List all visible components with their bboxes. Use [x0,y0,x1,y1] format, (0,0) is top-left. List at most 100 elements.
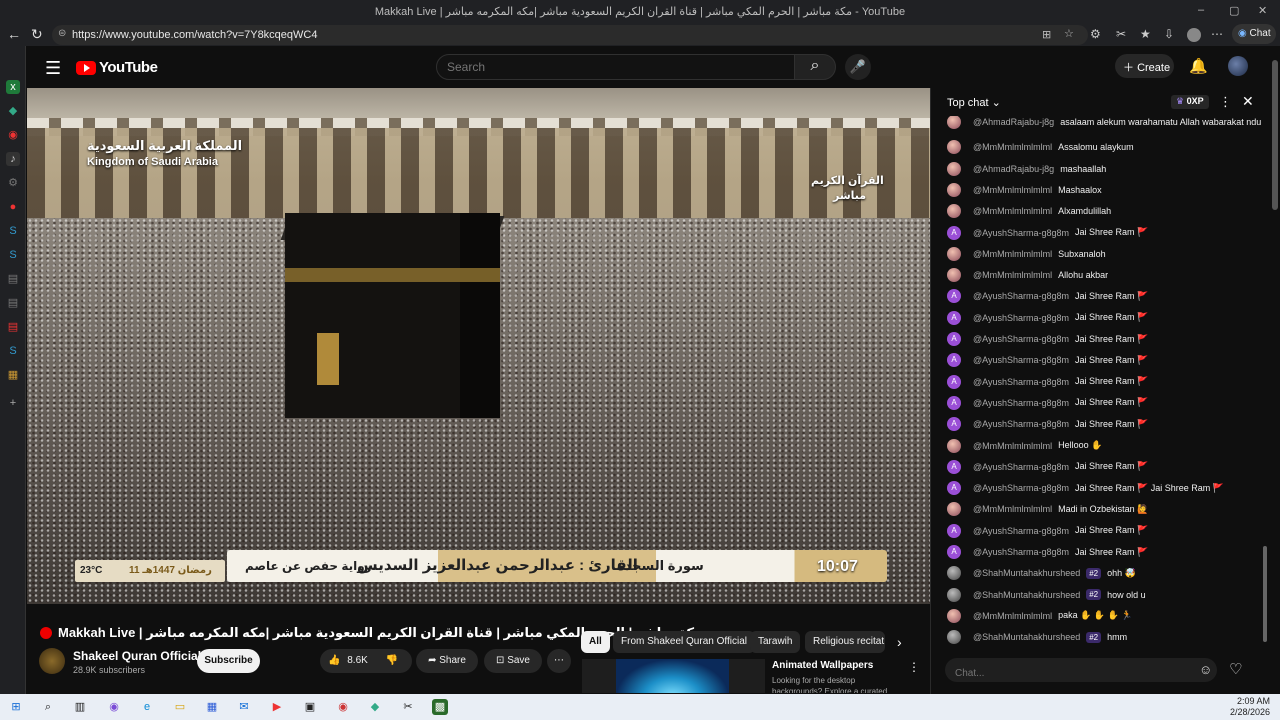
chevron-right-icon[interactable]: › [897,634,902,650]
chat-avatar[interactable] [947,608,961,623]
mail-icon[interactable]: ✉ [236,699,252,715]
downloads-icon[interactable]: ⇩ [1164,27,1174,41]
chat-author[interactable]: @ShahMuntahakhursheed [973,632,1080,642]
more-actions-button[interactable]: ⋯ [547,649,571,673]
chat-avatar[interactable]: A [947,545,961,559]
chat-message[interactable]: A @AyushSharma-g8g8m Jai Shree Ram 🚩 [947,310,1148,326]
search-input[interactable] [437,55,794,79]
chat-message[interactable]: A @AyushSharma-g8g8m Jai Shree Ram 🚩 [947,416,1148,432]
chat-author[interactable]: @AyushSharma-g8g8m [973,291,1069,301]
system-clock[interactable]: 2:09 AM 2/28/2026 [1230,696,1270,718]
chat-author[interactable]: @AyushSharma-g8g8m [973,547,1069,557]
dislike-button[interactable]: 👎 [380,649,404,673]
chat-author[interactable]: @AhmadRajabu-j8g [973,117,1054,127]
chat-author[interactable]: @MmMmlmlmlmlml [973,185,1052,195]
chat-message[interactable]: A @AyushSharma-g8g8m Jai Shree Ram 🚩 [947,459,1148,475]
favorites-icon[interactable]: ★ [1140,27,1151,41]
chat-author[interactable]: @AyushSharma-g8g8m [973,228,1069,238]
chat-author[interactable]: @MmMmlmlmlmlml [973,270,1052,280]
app-taskbar-icon[interactable]: ✂ [400,699,416,715]
app-icon[interactable]: ◆ [6,104,20,118]
page-icon[interactable]: ▤ [6,272,20,286]
chat-author[interactable]: @MmMmlmlmlmlml [973,206,1052,216]
chat-avatar[interactable] [947,268,961,283]
chat-avatar[interactable]: A [947,332,961,346]
screenshot-icon[interactable]: ✂ [1116,27,1126,41]
top-chat-dropdown[interactable]: Top chat ⌄ [947,96,1001,109]
copilot-icon[interactable]: ◉ [106,699,122,715]
chat-message[interactable]: @AhmadRajabu-j8g mashaallah [947,161,1106,177]
app-available-icon[interactable]: ⊞ [1042,28,1051,41]
chat-avatar[interactable]: A [947,395,961,410]
chat-message[interactable]: A @AyushSharma-g8g8m Jai Shree Ram 🚩 [947,374,1148,390]
chat-message[interactable]: @AhmadRajabu-j8g asalaam alekum warahamat… [947,116,1261,134]
heart-icon[interactable]: ♡ [1229,660,1242,678]
chat-avatar[interactable] [947,161,961,176]
chat-message[interactable]: A @AyushSharma-g8g8m Jai Shree Ram 🚩 Jai S… [947,480,1224,496]
channel-avatar[interactable] [39,648,65,674]
chat-input-box[interactable] [945,658,1217,682]
chat-avatar[interactable]: A [947,289,961,304]
chat-message[interactable]: @ShahMuntahakhursheed #2 how old u [947,587,1146,603]
chat-message[interactable]: @ShahMuntahakhursheed #2 ohh 🤯 [947,565,1136,581]
audio-icon[interactable]: ♪ [6,152,20,166]
chat-message[interactable]: A @AyushSharma-g8g8m Jai Shree Ram 🚩 [947,395,1148,411]
chat-avatar[interactable]: A [947,523,961,538]
recommendation-thumbnail[interactable] [582,659,765,693]
chat-avatar[interactable] [947,502,961,517]
chat-avatar[interactable] [947,630,961,645]
chat-avatar[interactable]: A [947,417,961,432]
favorite-star-icon[interactable]: ☆ [1064,27,1074,40]
chat-scrollbar[interactable] [1263,116,1267,644]
chat-author[interactable]: @MmMmlmlmlmlml [973,611,1052,621]
page-scrollbar[interactable] [1270,46,1280,694]
chat-message[interactable]: @MmMmlmlmlmlml paka ✋ ✋ ✋ 🏃 [947,608,1132,624]
chat-avatar[interactable] [947,204,961,219]
chat-avatar[interactable]: A [947,459,961,474]
save-button[interactable]: ⊡ Save [484,649,542,673]
address-url[interactable]: https://www.youtube.com/watch?v=7Y8kcqeq… [72,29,317,41]
chat-message[interactable]: A @AyushSharma-g8g8m Jai Shree Ram 🚩 [947,225,1148,241]
chat-avatar[interactable] [947,566,961,581]
chat-avatar[interactable] [947,140,961,155]
chat-message[interactable]: @MmMmlmlmlmlml Alxamdulillah [947,203,1111,219]
chat-message[interactable]: @ShahMuntahakhursheed #2 hmm [947,629,1127,645]
chat-avatar[interactable] [947,182,961,197]
minimize-button[interactable]: – [1198,4,1204,16]
windows-start-icon[interactable]: ⊞ [8,699,24,715]
task-view-icon[interactable]: ▥ [72,699,88,715]
chip-tarawih[interactable]: Tarawih [750,631,801,653]
chat-avatar[interactable]: A [947,374,961,389]
chat-message[interactable]: @MmMmlmlmlmlml Mashaalox [947,182,1102,198]
chat-author[interactable]: @ShahMuntahakhursheed [973,568,1080,578]
page-icon[interactable]: ▤ [6,296,20,310]
subscribe-button[interactable]: Subscribe [197,649,260,673]
hamburger-menu-icon[interactable]: ☰ [45,58,61,79]
chat-message[interactable]: @MmMmlmlmlmlml Hellooo ✋ [947,438,1102,454]
chat-author[interactable]: @MmMmlmlmlmlml [973,142,1052,152]
chat-author[interactable]: @AyushSharma-g8g8m [973,355,1069,365]
chat-author[interactable]: @AyushSharma-g8g8m [973,419,1069,429]
channel-name[interactable]: Shakeel Quran Official [73,649,201,663]
chat-author[interactable]: @MmMmlmlmlmlml [973,249,1052,259]
chat-message[interactable]: A @AyushSharma-g8g8m Jai Shree Ram 🚩 [947,544,1148,560]
chat-message[interactable]: @MmMmlmlmlmlml Assalomu alaykum [947,139,1134,155]
skype-icon[interactable]: S [6,224,20,238]
app-taskbar-icon[interactable]: ◆ [367,699,383,715]
youtube-taskbar-icon[interactable]: ▶ [269,699,285,715]
chip-from-channel[interactable]: From Shakeel Quran Official [613,631,755,653]
copilot-chat-button[interactable]: ◉ Chat [1232,24,1276,44]
chat-avatar[interactable] [947,116,961,129]
edge-icon[interactable]: e [139,699,155,715]
settings-icon[interactable]: ⚙ [6,176,20,190]
create-button[interactable]: ＋ Create [1115,54,1174,78]
skype-icon[interactable]: S [6,248,20,262]
extension-icon[interactable]: ⚙ [1090,27,1101,41]
chat-message[interactable]: @MmMmlmlmlmlml Madi in Ozbekistan 🙋 [947,501,1148,517]
skype-icon[interactable]: S [6,344,20,358]
chat-author[interactable]: @AyushSharma-g8g8m [973,334,1069,344]
chat-author[interactable]: @MmMmlmlmlmlml [973,504,1052,514]
chat-input[interactable] [955,668,1185,679]
chat-avatar[interactable] [947,438,961,453]
chip-religious[interactable]: Religious recitat [805,631,885,653]
